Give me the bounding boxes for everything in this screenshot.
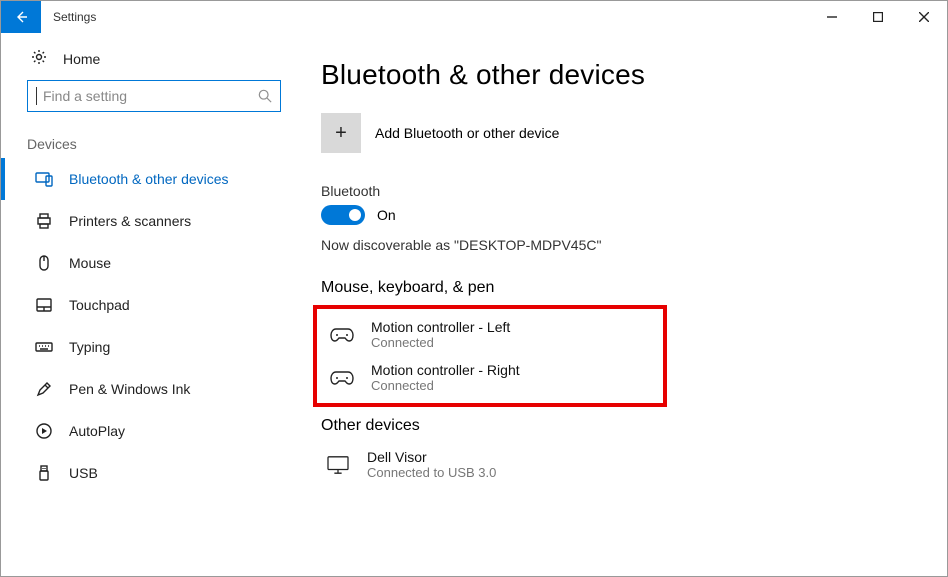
highlight-annotation: Motion controller - Left Connected Motio… bbox=[313, 305, 667, 407]
sidebar-item-bluetooth[interactable]: Bluetooth & other devices bbox=[1, 158, 301, 200]
bluetooth-toggle-state: On bbox=[377, 207, 396, 223]
gear-icon bbox=[31, 49, 47, 68]
device-status: Connected to USB 3.0 bbox=[367, 465, 496, 480]
minimize-button[interactable] bbox=[809, 1, 855, 33]
home-label: Home bbox=[63, 51, 100, 67]
sidebar-item-printers[interactable]: Printers & scanners bbox=[1, 200, 301, 242]
maximize-button[interactable] bbox=[855, 1, 901, 33]
search-icon bbox=[258, 89, 272, 103]
device-row[interactable]: Dell Visor Connected to USB 3.0 bbox=[321, 443, 947, 486]
discoverable-text: Now discoverable as "DESKTOP-MDPV45C" bbox=[321, 237, 947, 253]
minimize-icon bbox=[827, 12, 837, 22]
group-other-devices: Other devices bbox=[321, 417, 947, 435]
device-status: Connected bbox=[371, 335, 510, 350]
device-name: Motion controller - Left bbox=[371, 319, 510, 335]
bluetooth-toggle[interactable] bbox=[321, 205, 365, 225]
bluetooth-label: Bluetooth bbox=[321, 183, 947, 199]
gamepad-icon bbox=[327, 324, 357, 346]
sidebar-item-label: USB bbox=[69, 465, 98, 481]
device-row[interactable]: Motion controller - Right Connected bbox=[325, 356, 663, 399]
sidebar-item-label: Printers & scanners bbox=[69, 213, 191, 229]
add-device-label: Add Bluetooth or other device bbox=[375, 125, 559, 141]
sidebar-item-autoplay[interactable]: AutoPlay bbox=[1, 410, 301, 452]
pen-icon bbox=[35, 380, 53, 398]
titlebar: Settings bbox=[1, 1, 947, 33]
gamepad-icon bbox=[327, 367, 357, 389]
page-title: Bluetooth & other devices bbox=[321, 59, 947, 91]
search-input-container[interactable] bbox=[27, 80, 281, 112]
autoplay-icon bbox=[35, 422, 53, 440]
device-name: Motion controller - Right bbox=[371, 362, 520, 378]
sidebar-item-usb[interactable]: USB bbox=[1, 452, 301, 494]
sidebar-section-label: Devices bbox=[1, 130, 301, 158]
close-button[interactable] bbox=[901, 1, 947, 33]
text-cursor bbox=[36, 87, 37, 105]
sidebar-item-mouse[interactable]: Mouse bbox=[1, 242, 301, 284]
search-input[interactable] bbox=[41, 87, 258, 105]
close-icon bbox=[919, 12, 929, 22]
add-device-button[interactable]: + Add Bluetooth or other device bbox=[321, 113, 947, 153]
keyboard-icon bbox=[35, 338, 53, 356]
sidebar-item-label: Typing bbox=[69, 339, 110, 355]
back-button[interactable] bbox=[1, 1, 41, 33]
touchpad-icon bbox=[35, 296, 53, 314]
device-row[interactable]: Motion controller - Left Connected bbox=[325, 313, 663, 356]
usb-icon bbox=[35, 464, 53, 482]
device-status: Connected bbox=[371, 378, 520, 393]
window-title: Settings bbox=[53, 10, 96, 24]
plus-icon: + bbox=[321, 113, 361, 153]
home-nav[interactable]: Home bbox=[1, 47, 301, 80]
sidebar-item-label: Pen & Windows Ink bbox=[69, 381, 190, 397]
sidebar-item-pen[interactable]: Pen & Windows Ink bbox=[1, 368, 301, 410]
main-panel: Bluetooth & other devices + Add Bluetoot… bbox=[301, 33, 947, 576]
arrow-left-icon bbox=[13, 9, 29, 25]
mouse-icon bbox=[35, 254, 53, 272]
sidebar-item-label: Bluetooth & other devices bbox=[69, 171, 229, 187]
group-mouse-keyboard-pen: Mouse, keyboard, & pen bbox=[321, 279, 947, 297]
window-controls bbox=[809, 1, 947, 33]
maximize-icon bbox=[873, 12, 883, 22]
device-name: Dell Visor bbox=[367, 449, 496, 465]
sidebar-item-typing[interactable]: Typing bbox=[1, 326, 301, 368]
sidebar: Home Devices Bluetooth & other devices P… bbox=[1, 33, 301, 576]
sidebar-item-label: AutoPlay bbox=[69, 423, 125, 439]
monitor-icon bbox=[323, 454, 353, 476]
sidebar-item-label: Touchpad bbox=[69, 297, 130, 313]
printer-icon bbox=[35, 212, 53, 230]
devices-icon bbox=[35, 170, 53, 188]
sidebar-item-label: Mouse bbox=[69, 255, 111, 271]
sidebar-item-touchpad[interactable]: Touchpad bbox=[1, 284, 301, 326]
